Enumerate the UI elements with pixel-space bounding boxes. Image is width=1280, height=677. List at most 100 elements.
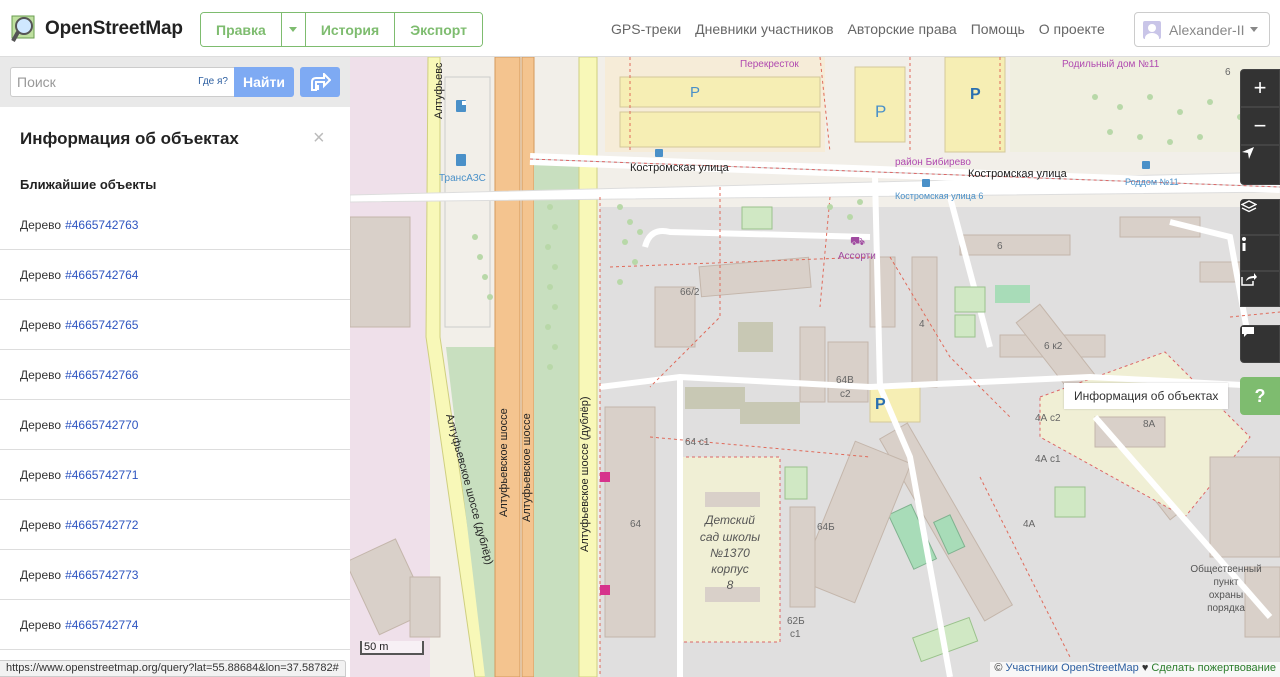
query-tooltip: Информация об объектах bbox=[1064, 383, 1229, 409]
item-link[interactable]: #4665742771 bbox=[65, 468, 138, 482]
parking-icon: P bbox=[875, 102, 886, 121]
ohrana-line: порядка bbox=[1207, 603, 1245, 614]
avatar bbox=[1143, 20, 1161, 39]
road-trunk bbox=[521, 57, 535, 677]
map-label-bus-stop: Роддом №11 bbox=[1125, 177, 1179, 187]
item-type: Дерево bbox=[20, 467, 62, 482]
search-box: Где я? bbox=[10, 67, 234, 97]
pitch bbox=[995, 285, 1030, 303]
edit-dropdown-button[interactable] bbox=[281, 13, 306, 46]
parking-icon: P bbox=[690, 84, 700, 101]
map-label-bus-stop: Костромская улица 6 bbox=[895, 191, 983, 201]
house-number: с1 bbox=[790, 629, 801, 640]
map-label-perekrestok: Перекресток bbox=[740, 59, 799, 70]
logo[interactable]: OpenStreetMap bbox=[10, 14, 183, 44]
contributors-link[interactable]: Участники OpenStreetMap bbox=[1005, 662, 1138, 674]
directions-button[interactable] bbox=[300, 67, 340, 97]
item-type: Дерево bbox=[20, 617, 62, 632]
browser-status-url: https://www.openstreetmap.org/query?lat=… bbox=[0, 660, 346, 677]
add-note-button[interactable] bbox=[1240, 325, 1280, 363]
share-button[interactable] bbox=[1240, 271, 1280, 307]
list-item: Дерево #4665742774 bbox=[0, 600, 350, 650]
edit-button[interactable]: Правка bbox=[201, 13, 282, 46]
logo-text: OpenStreetMap bbox=[45, 18, 183, 39]
ohrana-line: пункт bbox=[1213, 577, 1238, 588]
building bbox=[685, 387, 745, 409]
export-button[interactable]: Экспорт bbox=[395, 13, 483, 46]
building bbox=[740, 402, 800, 424]
item-link[interactable]: #4665742765 bbox=[65, 318, 138, 332]
query-features-button[interactable]: ? bbox=[1240, 377, 1280, 415]
building bbox=[350, 216, 411, 328]
search-input[interactable] bbox=[11, 68, 191, 96]
layers-button[interactable] bbox=[1240, 199, 1280, 235]
locate-button[interactable] bbox=[1240, 145, 1280, 185]
map-label-street: Костромская улица bbox=[630, 162, 730, 174]
map-label-rayon: район Бибирево bbox=[895, 156, 971, 168]
donate-link[interactable]: Сделать пожертвование bbox=[1151, 662, 1276, 674]
note-icon bbox=[1242, 327, 1254, 337]
zoom-in-button[interactable]: + bbox=[1240, 69, 1280, 107]
house-number: 64 с1 bbox=[685, 437, 710, 448]
search-bar: Где я? Найти bbox=[0, 57, 350, 107]
item-link[interactable]: #4665742766 bbox=[65, 368, 138, 382]
share-icon bbox=[1241, 273, 1257, 286]
item-type: Дерево bbox=[20, 417, 62, 432]
list-item: Дерево #4665742765 bbox=[0, 300, 350, 350]
building bbox=[1244, 566, 1280, 638]
house-number: 6 bbox=[997, 241, 1003, 252]
house-number: 66/2 bbox=[680, 287, 700, 298]
nav-copyright[interactable]: Авторские права bbox=[848, 21, 957, 37]
zoom-out-button[interactable]: − bbox=[1240, 107, 1280, 145]
map-label-roddom-text: Родильный дом №11 bbox=[1062, 59, 1160, 70]
item-link[interactable]: #4665742774 bbox=[65, 618, 138, 632]
search-submit-button[interactable]: Найти bbox=[234, 67, 294, 97]
map-label-roddom: Родильный дом №11 bbox=[1062, 59, 1160, 70]
item-link[interactable]: #4665742763 bbox=[65, 218, 138, 232]
parking-icon: P bbox=[970, 86, 981, 103]
item-link[interactable]: #4665742770 bbox=[65, 418, 138, 432]
house-number: 64Б bbox=[817, 522, 835, 533]
nav-gps-traces[interactable]: GPS-треки bbox=[611, 21, 681, 37]
item-link[interactable]: #4665742772 bbox=[65, 518, 138, 532]
map-label-road: Алтуфьевское шоссе bbox=[521, 413, 533, 522]
map-tiles: P P P P ⛟ Перекресток Родильный дом №11 … bbox=[350, 57, 1280, 677]
list-item: Дерево #4665742763 bbox=[0, 200, 350, 250]
item-link[interactable]: #4665742764 bbox=[65, 268, 138, 282]
nav-user-diaries[interactable]: Дневники участников bbox=[695, 21, 833, 37]
directions-icon bbox=[311, 73, 331, 91]
nav-about[interactable]: О проекте bbox=[1039, 21, 1105, 37]
parking bbox=[619, 76, 821, 108]
info-icon bbox=[1242, 237, 1246, 251]
nav-help[interactable]: Помощь bbox=[971, 21, 1025, 37]
close-icon[interactable]: × bbox=[313, 127, 325, 150]
house-number: 6 bbox=[1225, 67, 1231, 78]
where-am-i-link[interactable]: Где я? bbox=[198, 76, 228, 87]
list-item: Дерево #4665742773 bbox=[0, 550, 350, 600]
history-button[interactable]: История bbox=[305, 13, 396, 46]
map-key-button[interactable] bbox=[1240, 235, 1280, 271]
house-number: с2 bbox=[840, 389, 851, 400]
map-canvas[interactable]: P P P P ⛟ Перекресток Родильный дом №11 … bbox=[350, 57, 1280, 677]
building bbox=[869, 256, 896, 328]
building bbox=[409, 576, 441, 638]
house-number: 4А с1 bbox=[1035, 454, 1061, 465]
house-number: 4А bbox=[1023, 519, 1036, 530]
item-type: Дерево bbox=[20, 367, 62, 382]
item-type: Дерево bbox=[20, 567, 62, 582]
user-name: Alexander-II bbox=[1169, 21, 1245, 38]
map-label-street: Костромская улица bbox=[968, 168, 1068, 180]
chevron-down-icon bbox=[1250, 27, 1259, 32]
top-nav: GPS-треки Дневники участников Авторские … bbox=[611, 21, 1105, 37]
fuel-icon-detail bbox=[462, 101, 466, 105]
list-item: Дерево #4665742770 bbox=[0, 400, 350, 450]
parking-icon: P bbox=[875, 396, 886, 413]
top-header: OpenStreetMap Правка История Экспорт GPS… bbox=[0, 0, 1280, 57]
parking bbox=[944, 57, 1006, 153]
item-link[interactable]: #4665742773 bbox=[65, 568, 138, 582]
house-number: 64 bbox=[630, 519, 642, 530]
user-menu-button[interactable]: Alexander-II bbox=[1134, 12, 1270, 47]
road-strip bbox=[444, 76, 491, 328]
kindergarten-line: №1370 bbox=[710, 546, 750, 560]
house-number: 62Б bbox=[787, 616, 805, 627]
